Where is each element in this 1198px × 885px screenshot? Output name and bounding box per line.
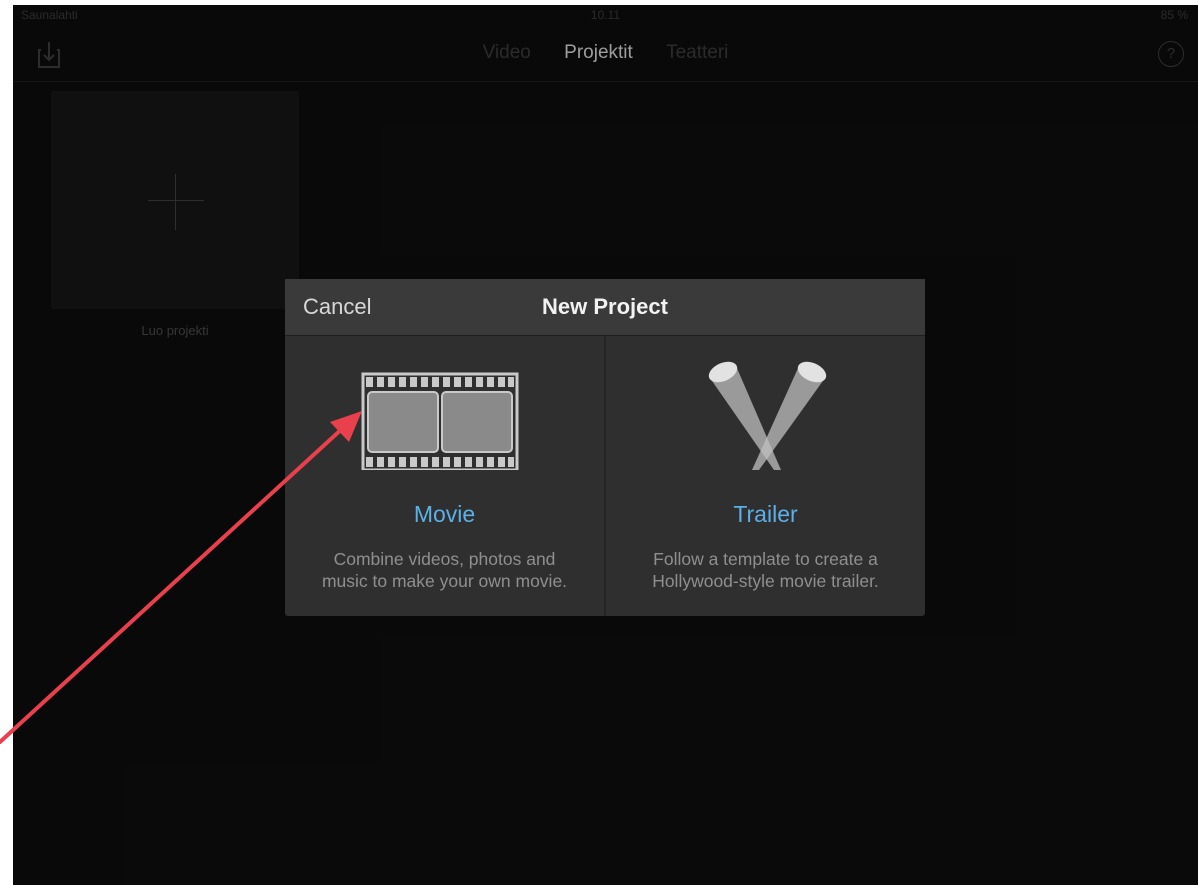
- trailer-description-line-1: Follow a template to create a: [653, 549, 878, 569]
- movie-option-title: Movie: [413, 501, 476, 527]
- movie-description-line-2: music to make your own movie.: [321, 571, 568, 591]
- ipad-screen: Saunalahti 10.11 85 % Video Projektit Te…: [13, 5, 1198, 885]
- trailer-description-line-2: Hollywood-style movie trailer.: [652, 571, 879, 591]
- trailer-option-title: Trailer: [733, 501, 798, 527]
- dialog-header: Cancel New Project: [285, 279, 925, 336]
- trailer-option-description: Follow a template to create a Hollywood-…: [606, 548, 925, 592]
- movie-description-line-1: Combine videos, photos and: [333, 549, 556, 569]
- new-project-dialog: Cancel New Project Movie Combine videos,…: [285, 279, 925, 616]
- spotlights-icon: [606, 358, 925, 470]
- movie-option[interactable]: Movie Combine videos, photos and music t…: [285, 336, 604, 616]
- film-strip-icon: [285, 358, 604, 472]
- trailer-option[interactable]: Trailer Follow a template to create a Ho…: [606, 336, 925, 616]
- movie-option-description: Combine videos, photos and music to make…: [285, 548, 604, 592]
- dialog-title: New Project: [542, 294, 668, 319]
